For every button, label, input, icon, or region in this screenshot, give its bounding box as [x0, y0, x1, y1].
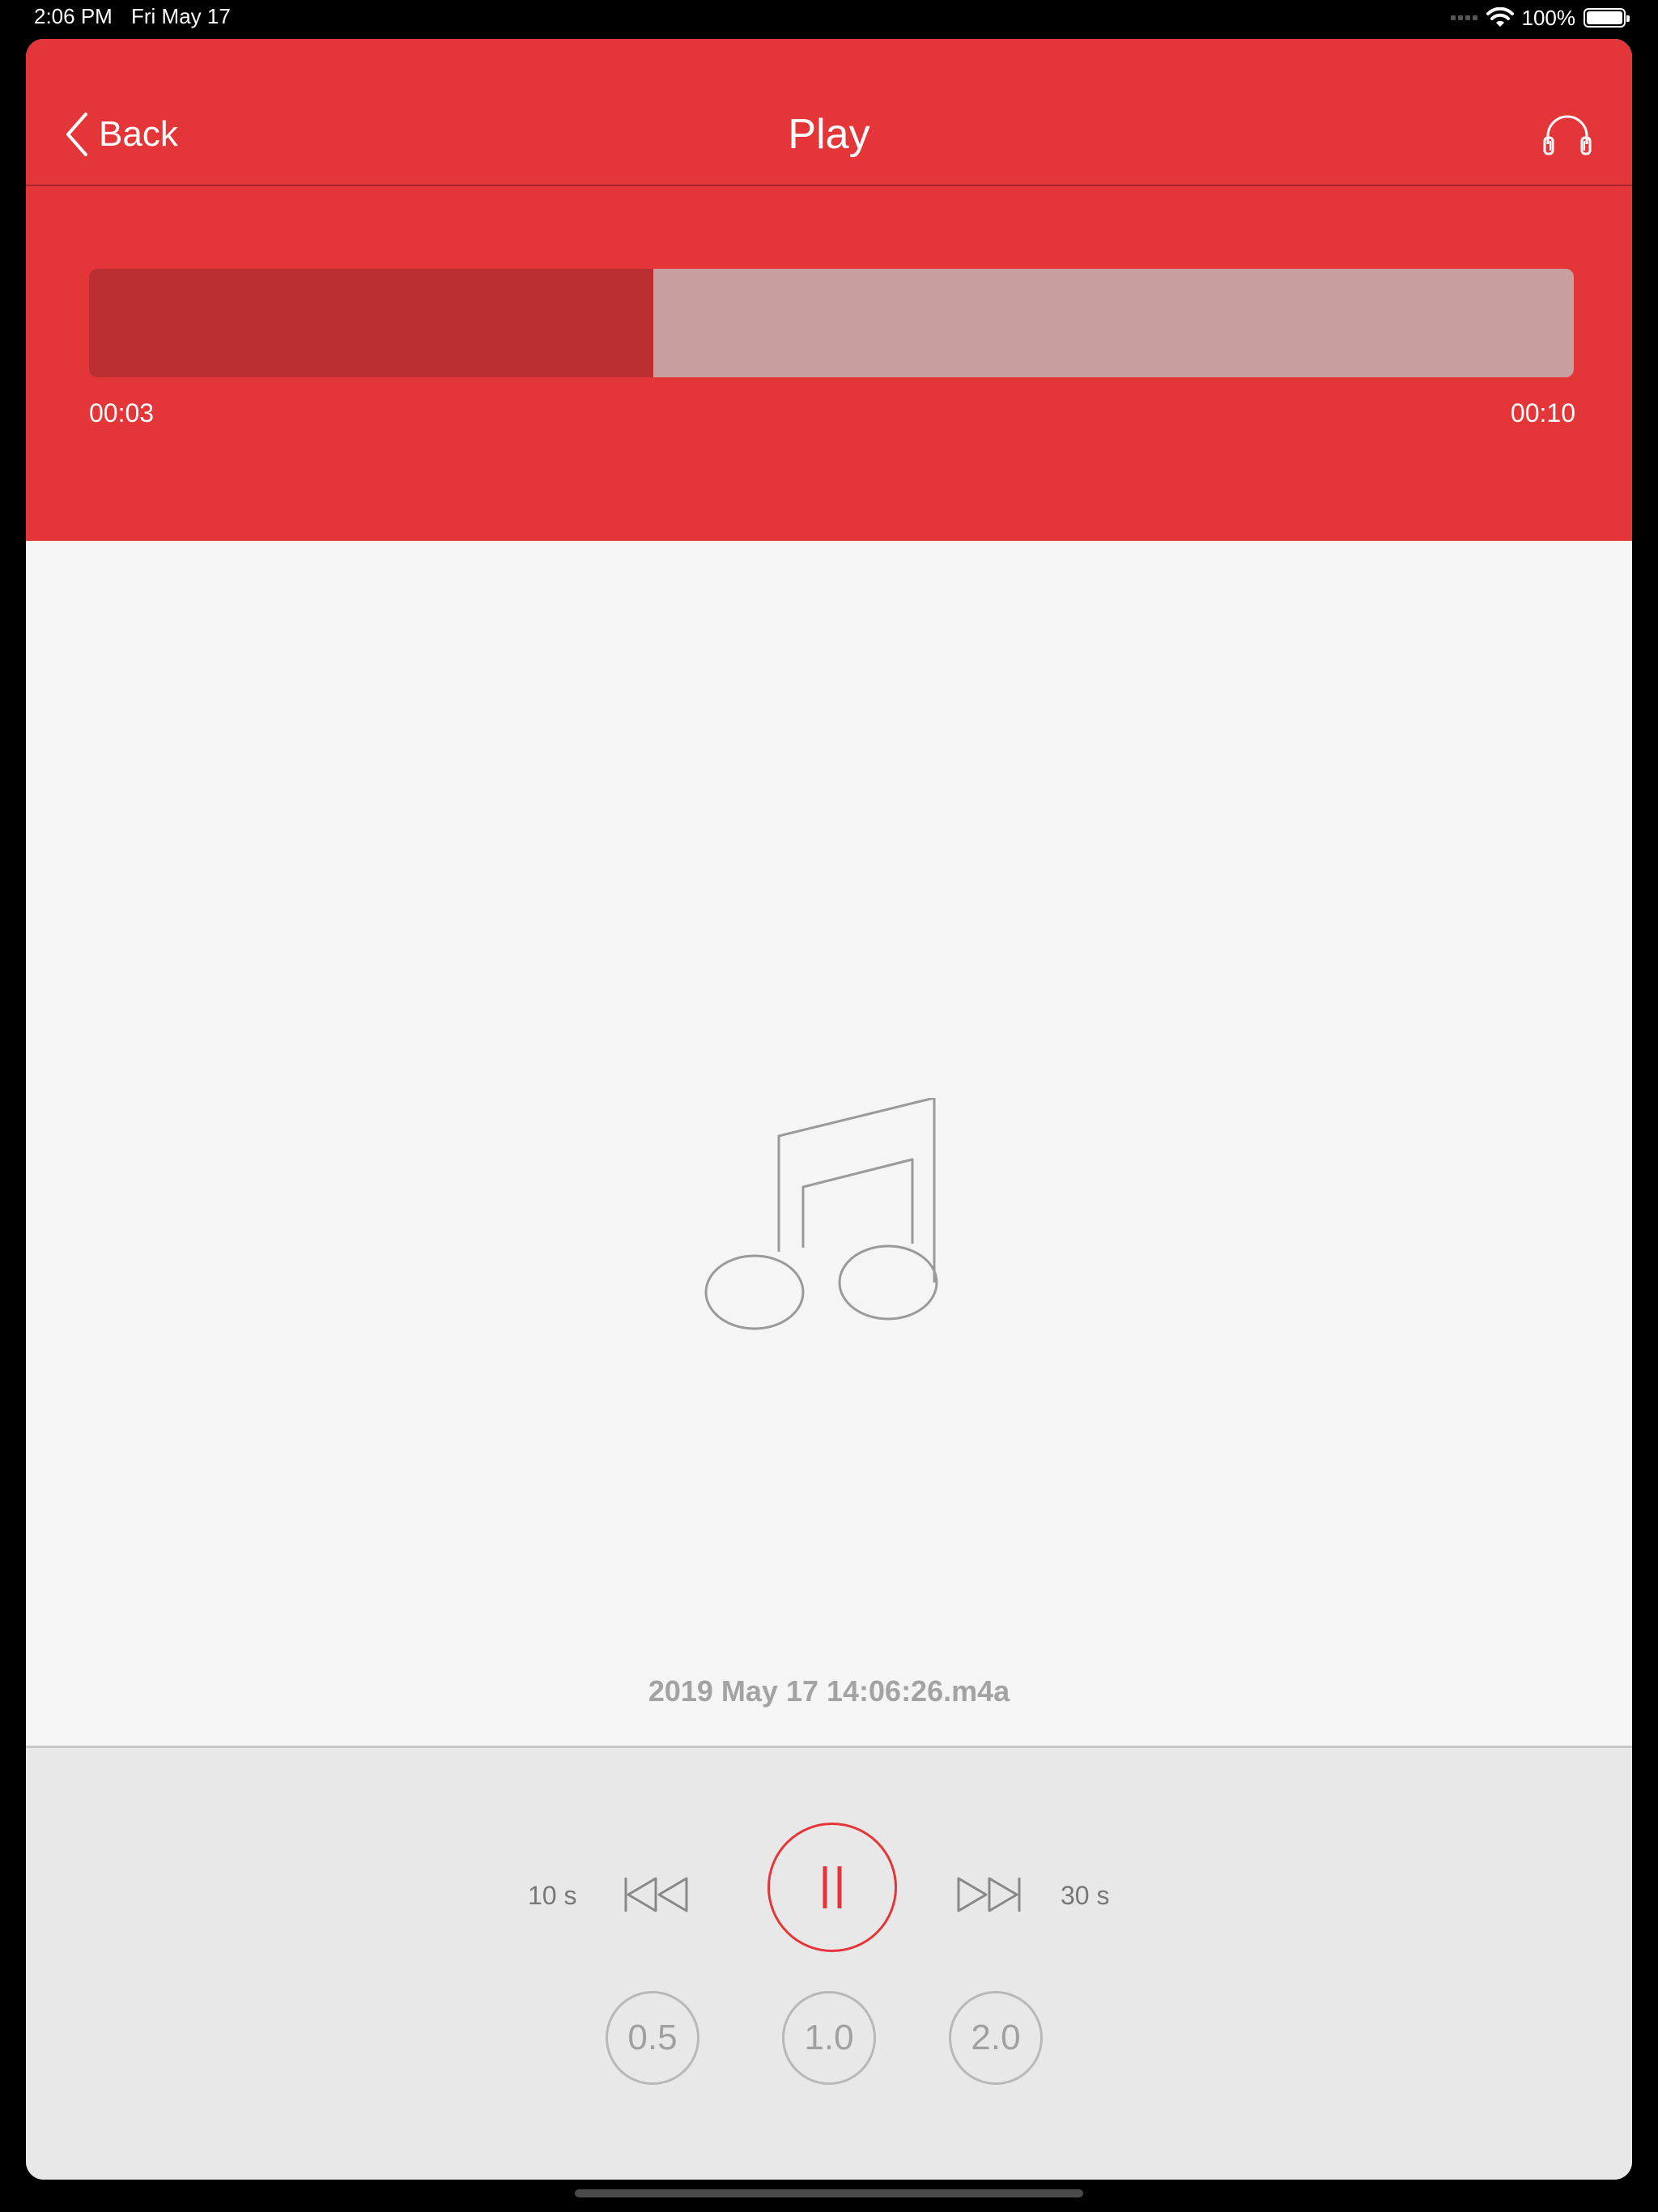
speed-2-0-button[interactable]: 2.0	[949, 1991, 1043, 2085]
status-indicators: 100%	[1450, 3, 1630, 32]
status-bar: 2:06 PM Fri May 17 100%	[0, 0, 1658, 36]
home-indicator[interactable]	[575, 2189, 1083, 2197]
page-title: Play	[788, 111, 870, 158]
progress-fill	[89, 269, 653, 377]
skip-back-label: 10 s	[528, 1881, 577, 1910]
nav-bar: Back Play	[26, 39, 1632, 186]
status-time: 2:06 PM	[34, 4, 113, 28]
elapsed-time: 00:03	[89, 398, 155, 428]
speed-0-5-button[interactable]: 0.5	[606, 1991, 699, 2085]
total-time: 00:10	[1510, 398, 1575, 428]
wifi-icon	[1486, 7, 1514, 27]
battery-percent: 100%	[1521, 5, 1576, 30]
pause-icon	[823, 1866, 842, 1908]
app-screen: Back Play 00:03 00:10 2019 May 17 14:06:…	[26, 39, 1632, 2180]
signal-icon	[1450, 15, 1478, 21]
battery-icon	[1584, 8, 1630, 28]
artwork-area: 2019 May 17 14:06:26.m4a	[26, 541, 1632, 1746]
progress-track[interactable]	[89, 269, 1574, 377]
rewind-icon[interactable]	[623, 1874, 690, 1915]
playback-controls: 10 s 30 s 0.5 1.0 2.0	[26, 1746, 1632, 2180]
music-note-icon	[704, 1098, 938, 1330]
status-date: Fri May 17	[131, 4, 231, 28]
skip-forward-label: 30 s	[1061, 1881, 1110, 1910]
fast-forward-icon[interactable]	[955, 1874, 1022, 1915]
headphones-icon[interactable]	[1541, 108, 1593, 160]
pause-button[interactable]	[767, 1823, 897, 1952]
player-header: Back Play 00:03 00:10	[26, 39, 1632, 541]
file-name: 2019 May 17 14:06:26.m4a	[648, 1674, 1010, 1708]
speed-1-0-button[interactable]: 1.0	[782, 1991, 876, 2085]
